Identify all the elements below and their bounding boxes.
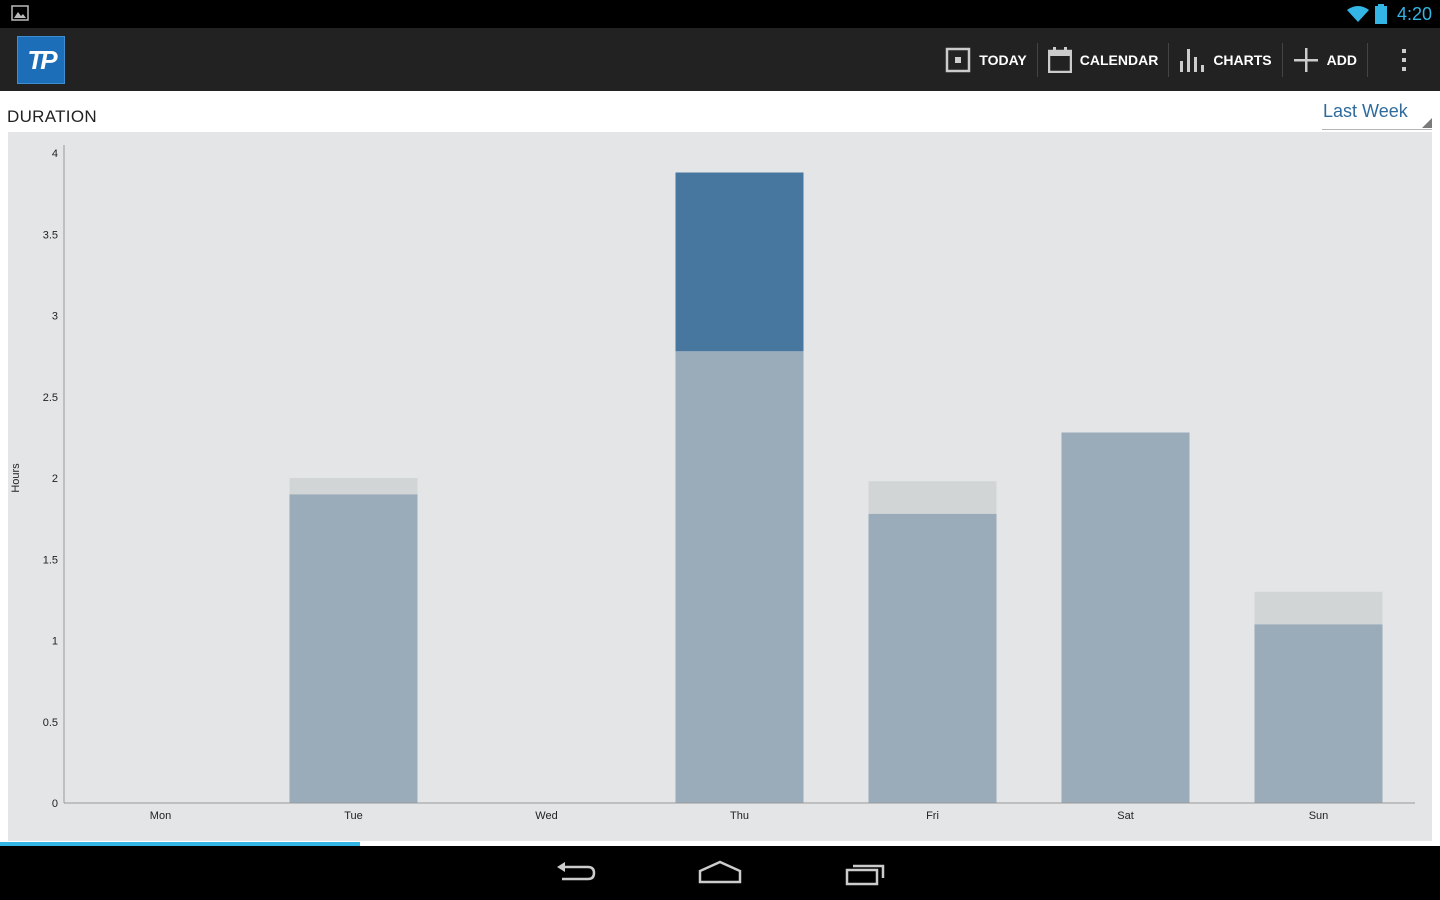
y-tick-label: 3.5 [43,229,58,241]
x-tick-label: Tue [344,810,363,822]
chart-area: Mon Tue Wed Thu Fri Sat Sun 0 0.5 1 1.5 2 2.5 3 3.5 4 Ho… [8,132,1432,841]
y-tick-label: 2.5 [43,392,58,404]
y-tick-label: 1 [52,636,58,648]
x-tick-label: Fri [926,810,939,822]
bar-sat-segment [1061,432,1190,803]
add-button[interactable]: ADD [1283,28,1367,91]
x-tick-label: Wed [535,810,557,822]
calendar-icon [1047,46,1072,73]
charts-button[interactable]: CHARTS [1169,28,1281,91]
today-button[interactable]: TODAY [935,28,1036,91]
home-icon[interactable] [696,858,744,888]
x-tick-label: Thu [730,810,749,822]
y-tick-label: 0.5 [43,717,58,729]
y-axis-label: Hours [10,463,22,493]
image-notification-icon [11,5,29,21]
bar-sun-segment [1254,591,1383,625]
battery-icon [1374,4,1387,24]
recent-apps-icon[interactable] [841,858,889,888]
bar-thu-segment [675,172,804,352]
bar-fri-segment [868,513,997,803]
add-label: ADD [1326,51,1357,68]
overflow-menu-button[interactable] [1368,28,1440,91]
action-bar: TP TODAY CALENDAR CHARTS ADD [0,28,1440,91]
bar-sun-segment [1254,624,1383,803]
y-tick-label: 1.5 [43,554,58,566]
calendar-label: CALENDAR [1079,51,1159,68]
action-items: TODAY CALENDAR CHARTS ADD [935,28,1440,91]
calendar-button[interactable]: CALENDAR [1038,28,1169,91]
back-icon[interactable] [552,858,600,888]
y-tick-label: 4 [52,148,58,160]
bar-fri-segment [868,481,997,514]
bar-tue-segment [289,494,418,803]
charts-icon [1180,48,1205,72]
app-logo[interactable]: TP [17,36,65,84]
duration-chart: Mon Tue Wed Thu Fri Sat Sun 0 0.5 1 1.5 2 2.5 3 3.5 4 Ho… [10,145,1415,822]
y-tick-label: 0 [52,798,58,810]
bar-tue-segment [289,478,418,495]
bar-thu-segment [675,351,804,803]
x-tick-label: Sat [1117,810,1134,822]
status-bar: 4:20 [0,0,1440,28]
content-area: DURATION Last Week Mon Tue Wed Thu Fri Sat Sun… [0,91,1440,845]
date-range-label: Last Week [1323,101,1408,121]
today-label: TODAY [979,51,1027,68]
y-tick-label: 3 [52,311,58,323]
spinner-arrow-icon [1422,118,1432,128]
today-icon [946,47,971,72]
y-tick-label: 2 [52,473,58,485]
x-tick-label: Sun [1309,810,1329,822]
navigation-bar [0,846,1440,900]
wifi-icon [1346,6,1369,22]
date-range-spinner[interactable]: Last Week [1322,99,1432,130]
x-tick-label: Mon [150,810,171,822]
status-icons: 4:20 [1346,2,1432,26]
plus-icon [1293,47,1318,72]
charts-label: CHARTS [1213,51,1272,68]
overflow-menu-icon [1402,48,1406,71]
clock: 4:20 [1396,3,1432,24]
chart-title: DURATION [7,107,97,126]
